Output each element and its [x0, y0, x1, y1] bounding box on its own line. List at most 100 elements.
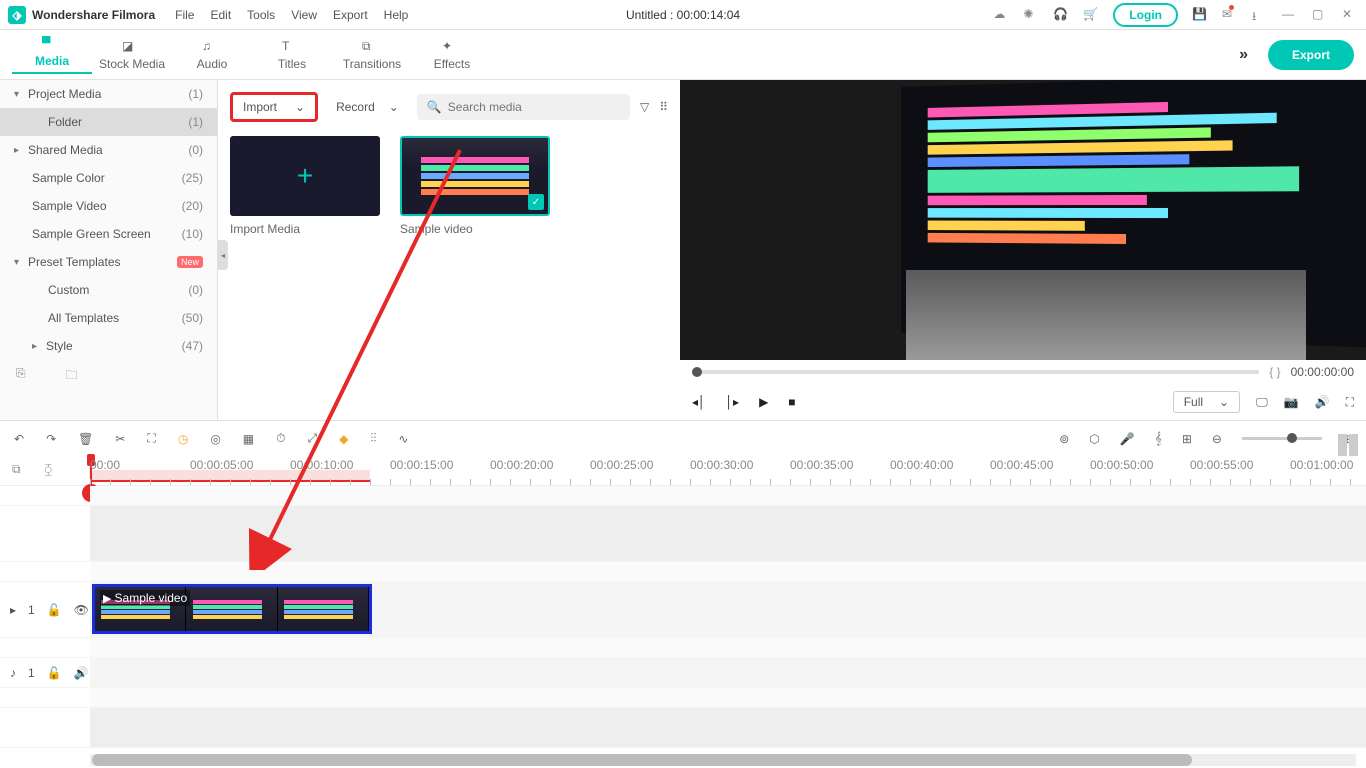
video-preview[interactable]	[680, 80, 1366, 360]
audio-track-1[interactable]: ♪1 🔓 🔊	[0, 658, 1366, 688]
menu-tools[interactable]: Tools	[247, 8, 275, 22]
tab-transitions[interactable]: ⧉Transitions	[332, 39, 412, 71]
undo-icon[interactable]: ↶	[14, 432, 24, 446]
maximize-icon[interactable]: ▢	[1312, 7, 1328, 23]
new-bin-icon[interactable]: ⎘	[16, 366, 26, 387]
menu-export[interactable]: Export	[333, 8, 368, 22]
panel-resize-handles[interactable]	[1338, 434, 1360, 456]
sidebar-item-shared-media[interactable]: ▸Shared Media(0)	[0, 136, 217, 164]
menu-file[interactable]: File	[175, 8, 194, 22]
sidebar-item-sample-color[interactable]: Sample Color(25)	[0, 164, 217, 192]
tab-effects[interactable]: ✦Effects	[412, 39, 492, 71]
close-icon[interactable]: ✕	[1342, 7, 1358, 23]
audio-wave-icon[interactable]: ∿	[398, 432, 408, 446]
scrub-handle[interactable]	[692, 367, 702, 377]
prev-frame-icon[interactable]: ◂│	[692, 395, 706, 409]
lock-icon[interactable]: 🔓	[47, 603, 62, 617]
ruler-label: 00:00:50:00	[1090, 458, 1153, 472]
stop-icon[interactable]: ■	[788, 395, 795, 409]
zoom-slider[interactable]	[1242, 437, 1322, 440]
more-icon[interactable]: »	[1239, 46, 1248, 64]
marker-icon[interactable]: ⬡	[1089, 432, 1099, 446]
crop-icon[interactable]: ⛶	[147, 431, 155, 446]
record-button[interactable]: Record⌄	[328, 95, 407, 119]
tab-stock-media[interactable]: ◪Stock Media	[92, 39, 172, 71]
sidebar-item-style[interactable]: ▸Style(47)	[0, 332, 217, 360]
headphones-icon[interactable]: 🎧	[1053, 7, 1069, 23]
import-button[interactable]: Import⌄	[230, 92, 318, 122]
menu-edit[interactable]: Edit	[210, 8, 231, 22]
adjust-icon[interactable]: ⫶⫶	[370, 431, 376, 446]
filter-icon[interactable]: ▽	[640, 100, 649, 114]
play-pause-icon[interactable]: │▸	[726, 395, 740, 409]
video-track-1[interactable]: ▸1 🔓 👁 ▶ Sample video	[0, 582, 1366, 638]
sidebar-item-folder[interactable]: Folder(1)	[0, 108, 217, 136]
sample-video-thumb[interactable]: ✓ Sample video	[400, 136, 550, 236]
login-button[interactable]: Login	[1113, 3, 1178, 27]
expand-icon[interactable]: ⤢	[308, 431, 318, 446]
ruler-label: 00:00:35:00	[790, 458, 853, 472]
sidebar-item-custom[interactable]: Custom(0)	[0, 276, 217, 304]
delete-icon[interactable]: 🗑	[78, 432, 93, 446]
import-media-thumb[interactable]: + Import Media	[230, 136, 380, 236]
tab-media[interactable]: ▀Media	[12, 36, 92, 74]
cloud-icon[interactable]: ☁	[993, 7, 1009, 23]
timeline-toolbar: ↶ ↷ 🗑 ✂ ⛶ ◷ ◎ ▦ ⏱ ⤢ ◆ ⫶⫶ ∿ ⊚ ⬡ 🎤 𝄞 ⊞ ⊖ ⊕	[0, 420, 1366, 456]
mail-icon[interactable]: ✉	[1222, 7, 1238, 23]
minimize-icon[interactable]: —	[1282, 7, 1298, 23]
zoom-out-icon[interactable]: ⊖	[1212, 432, 1222, 446]
search-box[interactable]: 🔍	[417, 94, 630, 120]
sidebar-item-sample-green-screen[interactable]: Sample Green Screen(10)	[0, 220, 217, 248]
green-screen-icon[interactable]: ▦	[243, 432, 254, 446]
color-icon[interactable]: ◎	[210, 432, 220, 446]
eye-icon[interactable]: 👁	[74, 603, 89, 617]
sidebar-item-project-media[interactable]: ▾Project Media(1)	[0, 80, 217, 108]
snapshot-icon[interactable]: 📷	[1284, 395, 1299, 409]
timeline-clip[interactable]: ▶ Sample video	[92, 584, 372, 634]
volume-icon[interactable]: 🔊	[1315, 395, 1330, 409]
lock-icon[interactable]: 🔓	[47, 666, 62, 680]
search-input[interactable]	[448, 100, 620, 114]
link-icon[interactable]: ⧉	[12, 462, 21, 477]
play-icon[interactable]: ▶	[759, 395, 768, 409]
duration-icon[interactable]: ⏱	[276, 431, 285, 446]
titlebar: ⬗ Wondershare Filmora File Edit Tools Vi…	[0, 0, 1366, 30]
save-icon[interactable]: 💾	[1192, 7, 1208, 23]
mute-icon[interactable]: 🔊	[74, 666, 89, 680]
render-icon[interactable]: ⊚	[1059, 432, 1069, 446]
voiceover-icon[interactable]: 🎤	[1120, 432, 1135, 446]
cart-icon[interactable]: 🛒	[1083, 7, 1099, 23]
sidebar-item-all-templates[interactable]: All Templates(50)	[0, 304, 217, 332]
magnet-icon[interactable]: ⧲	[45, 462, 52, 477]
tab-titles[interactable]: TTitles	[252, 39, 332, 71]
menu-view[interactable]: View	[291, 8, 317, 22]
timeline-h-scrollbar[interactable]	[90, 754, 1356, 766]
folder-add-icon[interactable]: 🗀	[66, 366, 78, 387]
zoom-handle[interactable]	[1287, 433, 1297, 443]
grid-view-icon[interactable]: ⠿	[659, 100, 668, 114]
cut-icon[interactable]: ✂	[115, 432, 125, 446]
time-ruler[interactable]: 00:0000:00:05:0000:00:10:0000:00:15:0000…	[90, 456, 1366, 485]
ruler-label: 00:00	[90, 458, 120, 472]
tab-audio[interactable]: ♫Audio	[172, 39, 252, 71]
download-icon[interactable]: ⭳	[1252, 7, 1268, 23]
sidebar-item-preset-templates[interactable]: ▾Preset TemplatesNew	[0, 248, 217, 276]
keyframe-icon[interactable]: ◆	[339, 432, 348, 446]
redo-icon[interactable]: ↷	[46, 432, 56, 446]
monitor-icon[interactable]: 🖵	[1256, 395, 1268, 410]
sidebar-item-sample-video[interactable]: Sample Video(20)	[0, 192, 217, 220]
sidebar: ▾Project Media(1) Folder(1) ▸Shared Medi…	[0, 80, 218, 420]
quality-select[interactable]: Full⌄	[1173, 391, 1240, 413]
text-icon: T	[282, 39, 302, 55]
settings-gear-icon[interactable]: ✺	[1023, 7, 1039, 23]
export-button[interactable]: Export	[1268, 40, 1354, 70]
in-out-brackets[interactable]: { }	[1269, 365, 1280, 379]
menu-help[interactable]: Help	[384, 8, 409, 22]
scrub-track[interactable]	[692, 370, 1259, 374]
tabs-row: ▀Media ◪Stock Media ♫Audio TTitles ⧉Tran…	[0, 30, 1366, 80]
fullscreen-icon[interactable]: ⛶	[1346, 395, 1354, 410]
speed-icon[interactable]: ◷	[178, 432, 188, 446]
mixer-icon[interactable]: 𝄞	[1155, 431, 1162, 446]
ruler-label: 00:00:30:00	[690, 458, 753, 472]
add-track-icon[interactable]: ⊞	[1182, 432, 1192, 446]
